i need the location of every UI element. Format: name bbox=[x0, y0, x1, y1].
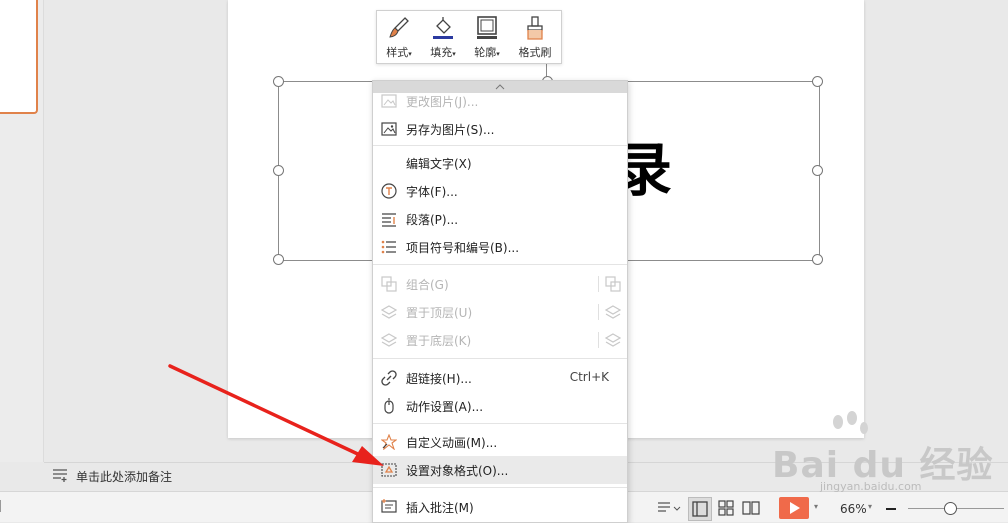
menu-label: 项目符号和编号(B)... bbox=[406, 241, 520, 255]
chevron-down-icon: ▾ bbox=[452, 50, 456, 58]
menu-item-save-as-picture[interactable]: 另存为图片(S)... bbox=[373, 115, 627, 143]
menu-item-hyperlink[interactable]: 超链接(H)... Ctrl+K bbox=[373, 364, 627, 392]
menu-label: 更改图片(J)... bbox=[406, 95, 479, 109]
change-picture-icon bbox=[381, 94, 397, 108]
resize-handle-bottom-left[interactable] bbox=[273, 254, 284, 265]
menu-label: 设置对象格式(O)... bbox=[406, 464, 509, 478]
menu-separator bbox=[373, 145, 627, 146]
menu-item-format-object[interactable]: 设置对象格式(O)... bbox=[373, 456, 627, 484]
notes-view-icon[interactable] bbox=[656, 500, 682, 516]
font-icon bbox=[381, 183, 397, 199]
zoom-level[interactable]: 66% bbox=[840, 502, 867, 516]
resize-handle-bottom-right[interactable] bbox=[812, 254, 823, 265]
resize-handle-left[interactable] bbox=[273, 165, 284, 176]
notes-placeholder[interactable]: 单击此处添加备注 bbox=[76, 468, 172, 485]
menu-label: 置于顶层(U) bbox=[406, 306, 473, 320]
chevron-down-icon[interactable]: ▾ bbox=[868, 502, 872, 511]
bring-to-front-icon bbox=[381, 305, 397, 319]
format-painter-label: 格式刷 bbox=[518, 46, 552, 59]
paragraph-icon bbox=[382, 213, 396, 227]
send-to-back-options-icon[interactable] bbox=[605, 332, 621, 348]
hyperlink-icon bbox=[381, 370, 397, 386]
menu-item-edit-text[interactable]: 编辑文字(X) bbox=[373, 149, 627, 177]
fill-button[interactable]: 填充▾ bbox=[421, 11, 465, 63]
chevron-down-icon[interactable]: ▾ bbox=[814, 502, 818, 511]
menu-item-paragraph[interactable]: 段落(P)... bbox=[373, 205, 627, 233]
play-icon bbox=[790, 502, 800, 514]
outline-button[interactable]: 轮廓▾ bbox=[465, 11, 509, 63]
insert-comment-icon bbox=[381, 499, 397, 513]
custom-animation-icon bbox=[381, 434, 397, 450]
context-menu: 更改图片(J)... 另存为图片(S)... 编辑文字(X) 字体(F)... … bbox=[372, 80, 628, 523]
watermark-url: jingyan.baidu.com bbox=[820, 480, 922, 493]
mouse-icon bbox=[384, 398, 394, 414]
slide-thumbnail[interactable] bbox=[0, 0, 38, 114]
play-slideshow-button[interactable] bbox=[779, 497, 809, 519]
group-options-icon[interactable] bbox=[605, 276, 621, 292]
chevron-down-icon: ▾ bbox=[408, 50, 412, 58]
menu-item-insert-comment[interactable]: 插入批注(M) bbox=[373, 493, 627, 521]
zoom-out-icon[interactable] bbox=[886, 508, 896, 510]
brush-icon bbox=[389, 17, 409, 38]
split-divider bbox=[598, 276, 599, 292]
zoom-slider-thumb[interactable] bbox=[944, 502, 957, 515]
resize-handle-top-left[interactable] bbox=[273, 76, 284, 87]
menu-separator bbox=[373, 264, 627, 265]
menu-separator bbox=[373, 358, 627, 359]
status-edge-marker bbox=[0, 500, 7, 512]
menu-separator bbox=[373, 423, 627, 424]
outline-label: 轮廓 bbox=[474, 46, 497, 59]
menu-shortcut: Ctrl+K bbox=[569, 370, 609, 384]
resize-handle-top-right[interactable] bbox=[812, 76, 823, 87]
menu-item-custom-animation[interactable]: 自定义动画(M)... bbox=[373, 428, 627, 456]
menu-label: 插入批注(M) bbox=[406, 501, 474, 515]
save-picture-icon bbox=[381, 122, 397, 136]
menu-item-bring-to-front[interactable]: 置于顶层(U) bbox=[373, 298, 627, 326]
style-button[interactable]: 样式▾ bbox=[377, 11, 421, 63]
notes-icon bbox=[53, 469, 67, 482]
send-to-back-icon bbox=[381, 333, 397, 347]
menu-item-bullets-numbering[interactable]: 项目符号和编号(B)... bbox=[373, 233, 627, 261]
format-painter-icon bbox=[527, 16, 543, 40]
chevron-down-icon: ▾ bbox=[496, 50, 500, 58]
fill-bucket-icon bbox=[433, 17, 453, 39]
menu-label: 另存为图片(S)... bbox=[406, 123, 495, 137]
resize-handle-right[interactable] bbox=[812, 165, 823, 176]
menu-item-group[interactable]: 组合(G) bbox=[373, 270, 627, 298]
menu-label: 自定义动画(M)... bbox=[406, 436, 498, 450]
split-divider bbox=[598, 304, 599, 320]
format-painter-button[interactable]: 格式刷 bbox=[513, 11, 557, 63]
bullets-icon bbox=[381, 240, 396, 254]
style-label: 样式 bbox=[386, 46, 409, 59]
reading-view-icon[interactable] bbox=[742, 500, 760, 516]
normal-view-button[interactable] bbox=[688, 497, 712, 521]
group-icon bbox=[381, 276, 397, 292]
menu-label: 超链接(H)... bbox=[406, 372, 472, 386]
menu-label: 动作设置(A)... bbox=[406, 400, 484, 414]
menu-item-font[interactable]: 字体(F)... bbox=[373, 177, 627, 205]
floating-mini-toolbar: 样式▾ 填充▾ 轮廓▾ 格式刷 bbox=[376, 10, 562, 64]
menu-label: 编辑文字(X) bbox=[406, 157, 472, 171]
format-object-icon bbox=[381, 463, 397, 477]
menu-item-action-settings[interactable]: 动作设置(A)... bbox=[373, 392, 627, 420]
outline-icon bbox=[477, 16, 497, 39]
slide-sorter-icon[interactable] bbox=[718, 500, 734, 516]
menu-separator bbox=[373, 487, 627, 488]
split-divider bbox=[598, 332, 599, 348]
menu-label: 置于底层(K) bbox=[406, 334, 472, 348]
bring-to-front-options-icon[interactable] bbox=[605, 304, 621, 320]
fill-label: 填充 bbox=[430, 46, 453, 59]
normal-view-icon bbox=[692, 501, 708, 517]
menu-label: 字体(F)... bbox=[406, 185, 458, 199]
menu-label: 段落(P)... bbox=[406, 213, 459, 227]
menu-item-send-to-back[interactable]: 置于底层(K) bbox=[373, 326, 627, 354]
menu-label: 组合(G) bbox=[406, 278, 449, 292]
menu-item-change-picture[interactable]: 更改图片(J)... bbox=[373, 87, 627, 115]
